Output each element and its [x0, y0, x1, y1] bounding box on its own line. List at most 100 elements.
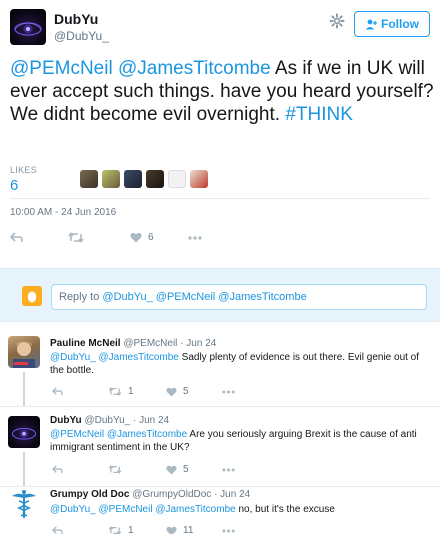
like-button[interactable]: 5	[166, 386, 222, 397]
more-icon	[222, 468, 235, 471]
more-button[interactable]	[188, 235, 202, 240]
follow-button[interactable]: Follow	[354, 11, 430, 37]
mention-link[interactable]: @PEMcNeil	[10, 58, 113, 79]
author-handle[interactable]: @PEMcNeil	[123, 338, 177, 349]
reply-mentions: @DubYu_ @PEMcNeil @JamesTitcombe	[102, 291, 307, 303]
likers-avatars	[80, 170, 208, 188]
reply-actions: 1 11	[52, 525, 235, 534]
author-handle[interactable]: @DubYu_	[54, 29, 109, 43]
person-photo-icon	[13, 341, 35, 368]
thread-connector	[23, 452, 25, 486]
reply-header: Grumpy Old Doc @GrumpyOldDoc · Jun 24	[50, 489, 250, 500]
reply-text: @DubYu_ @JamesTitcombe Sadly plenty of e…	[50, 351, 432, 377]
reply-header: Pauline McNeil @PEMcNeil · Jun 24	[50, 338, 216, 349]
egg-icon	[27, 291, 37, 302]
retweet-icon	[68, 232, 84, 243]
avatar[interactable]	[8, 488, 40, 520]
like-count: 5	[183, 464, 189, 475]
eye-logo-icon	[11, 427, 37, 440]
eye-logo-icon	[14, 22, 42, 36]
liker-avatar[interactable]	[80, 170, 98, 188]
reply-icon	[52, 465, 63, 474]
liker-avatar[interactable]	[124, 170, 142, 188]
retweet-icon	[108, 465, 122, 474]
tweet-timestamp[interactable]: 10:00 AM - 24 Jun 2016	[10, 207, 116, 218]
reply-icon	[52, 526, 63, 534]
liker-avatar[interactable]	[190, 170, 208, 188]
like-count: 11	[183, 525, 194, 534]
heart-icon	[130, 232, 142, 243]
reply-text: @PEMcNeil @JamesTitcombe Are you serious…	[50, 428, 432, 454]
reply-text: @DubYu_ @PEMcNeil @JamesTitcombe no, but…	[50, 503, 432, 516]
author-name[interactable]: DubYu	[54, 11, 98, 27]
author-handle[interactable]: @DubYu_	[84, 415, 130, 426]
more-button[interactable]	[222, 468, 235, 472]
more-button[interactable]	[222, 390, 235, 394]
tweet-text: @PEMcNeil @JamesTitcombe As if we in UK …	[10, 57, 434, 126]
retweet-count: 1	[128, 386, 134, 397]
reply-tweet[interactable]: DubYu @DubYu_ · Jun 24 @PEMcNeil @JamesT…	[0, 406, 440, 486]
tweet-actions: 6	[10, 232, 202, 243]
reply-body: no, but it's the excuse	[238, 504, 335, 515]
more-button[interactable]	[222, 529, 235, 533]
reply-actions: 5	[52, 464, 235, 475]
reply-header: DubYu @DubYu_ · Jun 24	[50, 415, 169, 426]
likes-stat[interactable]: LIKES 6	[10, 165, 37, 194]
reply-button[interactable]	[52, 526, 108, 534]
author-name[interactable]: Grumpy Old Doc	[50, 489, 129, 500]
like-button[interactable]: 6	[130, 232, 188, 243]
add-user-icon	[365, 19, 377, 29]
reply-icon	[10, 232, 23, 242]
more-icon	[222, 529, 235, 532]
heart-icon	[166, 526, 177, 534]
heart-icon	[166, 387, 177, 397]
retweet-icon	[108, 526, 122, 534]
avatar[interactable]	[8, 416, 40, 448]
reply-icon	[52, 387, 63, 396]
reply-date[interactable]: · Jun 24	[180, 338, 216, 349]
reply-date[interactable]: · Jun 24	[214, 489, 250, 500]
main-tweet: DubYu @DubYu_ Follow @PEMcNeil @JamesTit…	[0, 0, 440, 268]
mention-link[interactable]: @DubYu_ @JamesTitcombe	[50, 352, 179, 363]
caduceus-icon	[12, 490, 36, 518]
likes-count: 6	[10, 177, 19, 194]
retweet-button[interactable]	[108, 465, 166, 474]
retweet-icon	[108, 387, 122, 396]
like-button[interactable]: 5	[166, 464, 222, 475]
reply-button[interactable]	[10, 232, 68, 243]
liker-avatar[interactable]	[146, 170, 164, 188]
author-name[interactable]: Pauline McNeil	[50, 338, 121, 349]
like-button[interactable]: 11	[166, 525, 222, 534]
gear-icon[interactable]	[326, 12, 348, 34]
avatar[interactable]	[10, 9, 46, 45]
likes-label: LIKES	[10, 165, 38, 175]
heart-icon	[166, 465, 177, 475]
retweet-button[interactable]	[68, 232, 130, 243]
retweet-button[interactable]: 1	[108, 386, 166, 397]
author-name[interactable]: DubYu	[50, 415, 82, 426]
reply-composer: Reply to @DubYu_ @PEMcNeil @JamesTitcomb…	[0, 268, 440, 322]
retweet-count: 1	[128, 525, 134, 534]
more-icon	[188, 235, 202, 240]
reply-tweet[interactable]: Pauline McNeil @PEMcNeil · Jun 24 @DubYu…	[0, 322, 440, 406]
more-icon	[222, 390, 235, 393]
like-count: 5	[183, 386, 189, 397]
reply-prefix: Reply to	[59, 291, 100, 303]
liker-avatar[interactable]	[102, 170, 120, 188]
reply-tweet[interactable]: Grumpy Old Doc @GrumpyOldDoc · Jun 24 @D…	[0, 486, 440, 534]
reply-actions: 1 5	[52, 386, 235, 397]
retweet-button[interactable]: 1	[108, 525, 166, 534]
hashtag-link[interactable]: #THINK	[285, 104, 353, 125]
author-handle[interactable]: @GrumpyOldDoc	[132, 489, 211, 500]
avatar[interactable]	[8, 336, 40, 368]
mention-link[interactable]: @PEMcNeil @JamesTitcombe	[50, 429, 187, 440]
reply-date[interactable]: · Jun 24	[133, 415, 169, 426]
liker-avatar[interactable]	[168, 170, 186, 188]
reply-input[interactable]: Reply to @DubYu_ @PEMcNeil @JamesTitcomb…	[51, 284, 427, 310]
mention-link[interactable]: @JamesTitcombe	[118, 58, 271, 79]
reply-button[interactable]	[52, 465, 108, 474]
thread-connector	[23, 372, 25, 406]
like-count: 6	[148, 232, 154, 243]
mention-link[interactable]: @DubYu_ @PEMcNeil @JamesTitcombe	[50, 504, 236, 515]
reply-button[interactable]	[52, 387, 108, 396]
